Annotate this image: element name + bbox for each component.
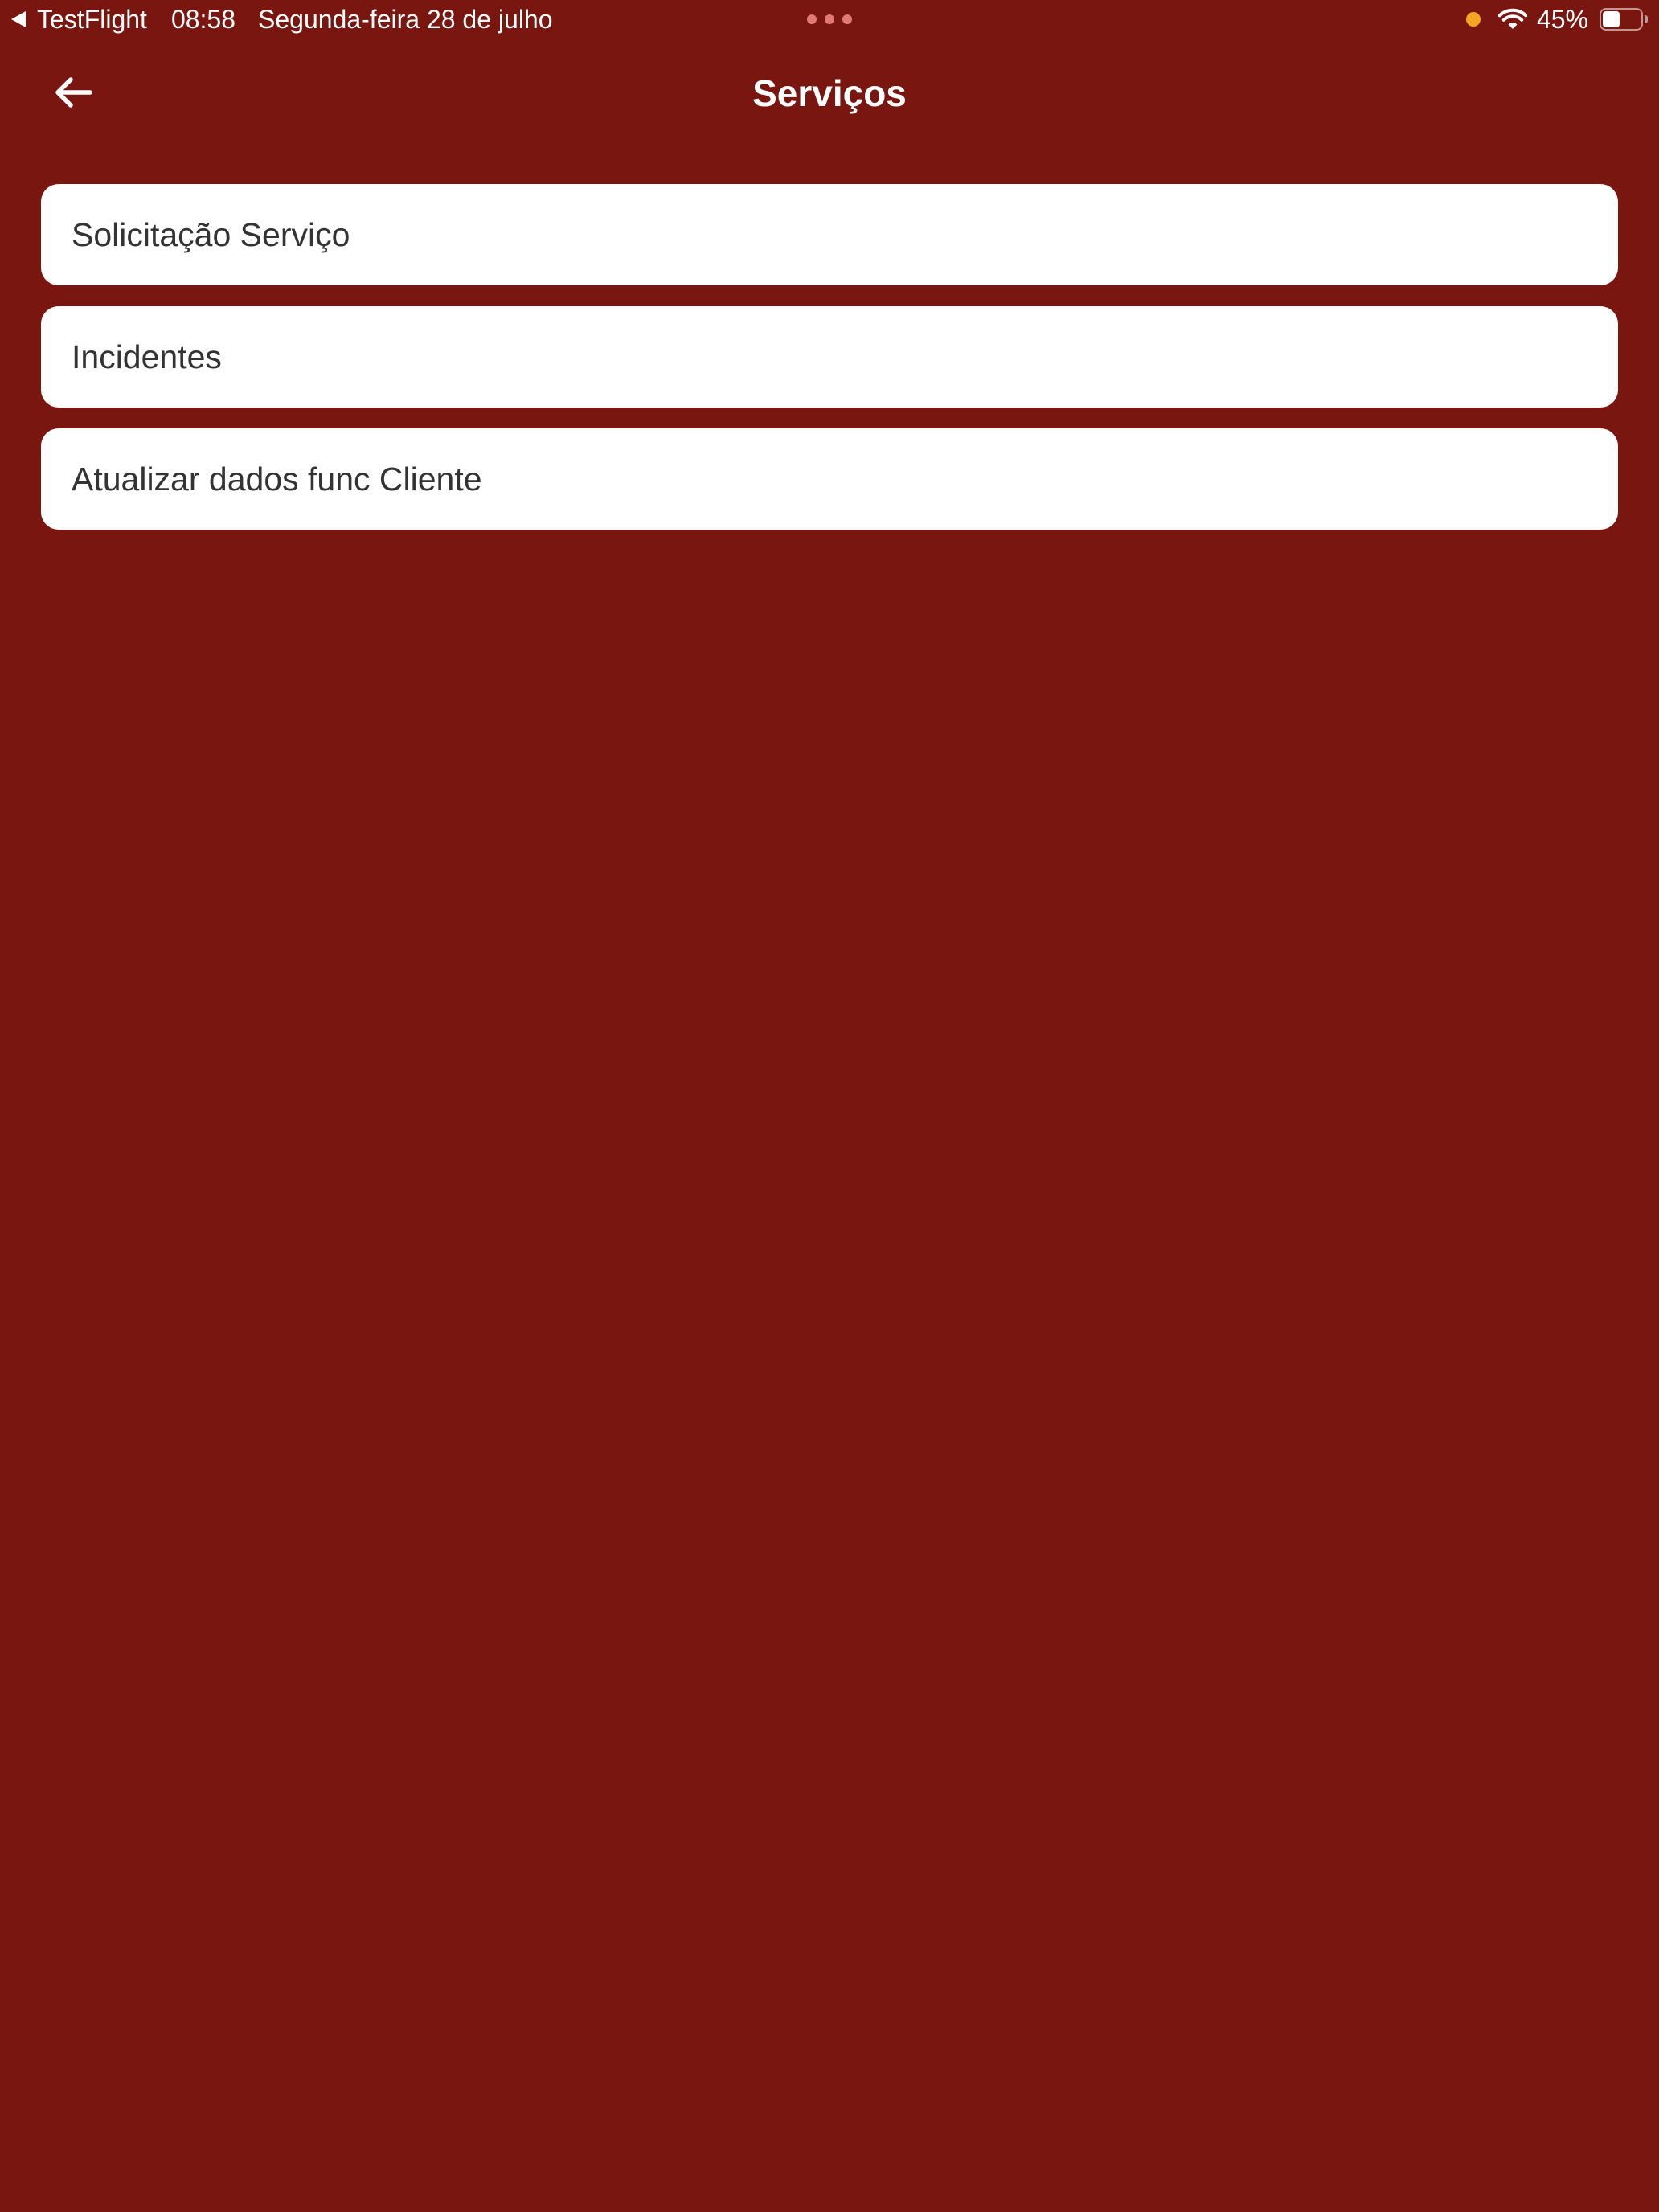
battery-fill (1603, 11, 1620, 27)
multitask-dot (807, 14, 817, 24)
privacy-indicator-dot (1465, 12, 1481, 27)
back-to-app-link[interactable]: TestFlight (37, 3, 147, 35)
menu-item-label: Incidentes (72, 338, 222, 375)
battery-cap (1645, 15, 1648, 23)
page-title: Serviços (752, 72, 907, 114)
multitask-dot (825, 14, 834, 24)
menu-item-label: Solicitação Serviço (72, 216, 350, 253)
back-triangle-icon[interactable] (11, 11, 26, 27)
wifi-icon (1497, 8, 1527, 29)
battery-icon (1600, 8, 1648, 31)
status-left: TestFlight 08:58 Segunda-feira 28 de jul… (11, 3, 553, 35)
menu-item-solicitacao-servico[interactable]: Solicitação Serviço (41, 184, 1618, 285)
multitask-dot (842, 14, 852, 24)
status-bar: TestFlight 08:58 Segunda-feira 28 de jul… (0, 0, 1659, 42)
battery-percentage: 45% (1536, 5, 1588, 34)
status-date: Segunda-feira 28 de julho (258, 5, 553, 34)
menu-item-atualizar-dados-func-cliente[interactable]: Atualizar dados func Cliente (41, 428, 1618, 530)
services-menu-list: Solicitação Serviço Incidentes Atualizar… (41, 184, 1618, 551)
status-time: 08:58 (170, 5, 236, 34)
menu-item-label: Atualizar dados func Cliente (72, 461, 482, 498)
multitasking-menu-icon[interactable] (807, 14, 852, 24)
menu-item-incidentes[interactable]: Incidentes (41, 306, 1618, 408)
status-right: 45% (1465, 3, 1648, 35)
